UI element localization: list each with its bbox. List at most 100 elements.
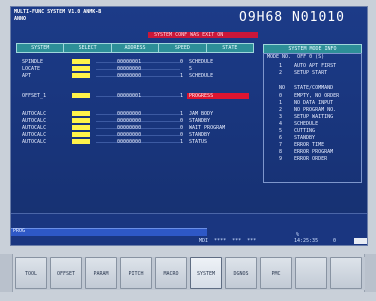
state-code: 4 (279, 121, 283, 127)
table-row-selected[interactable]: OFFSET_1 00000001 1 PROGRESS (16, 93, 252, 99)
select-highlight (72, 125, 90, 130)
row-name: LOCATE (22, 66, 41, 72)
row-state: STANDBY (189, 118, 211, 124)
table-row[interactable]: AUTOCALC 00000000 1 JAM BODY (16, 111, 252, 117)
softkey-4[interactable]: PITCH (120, 257, 152, 289)
row-value: 00000000 (117, 111, 142, 117)
row-state: STATUS (189, 139, 208, 145)
select-highlight (72, 111, 90, 116)
state-code: 8 (279, 149, 283, 155)
mode-item-label[interactable]: AUTO APT FIRST (294, 63, 336, 69)
table-row[interactable]: AUTOCALC 00000000 0 WAIT PROGRAM (16, 125, 252, 131)
table-row[interactable]: AUTOCALC 00000000 0 STANDBY (16, 118, 252, 124)
row-value: 00000000 (117, 132, 142, 138)
progress-bar (11, 228, 207, 236)
state-label: STANDBY (294, 135, 316, 141)
softkey-5[interactable]: MACRO (155, 257, 187, 289)
column-select[interactable]: SELECT (64, 44, 112, 52)
state-label: CUTTING (294, 128, 316, 134)
state-code: 7 (279, 142, 283, 148)
right-panel-subtitle: MODE NO. OFF 0 (S) (267, 54, 325, 60)
softkey-1[interactable]: TOOL (15, 257, 47, 289)
table-row[interactable]: LOCATE 00000000 5 (16, 66, 252, 72)
mode-item-label[interactable]: SETUP START (294, 70, 327, 76)
row-number: 0 (180, 132, 184, 138)
row-value: 00000001 (117, 59, 142, 65)
state-label: ERROR ORDER (294, 156, 328, 162)
status-indicator (354, 238, 367, 244)
header-line-2: ANNO (14, 16, 27, 22)
status-clock: 14:25:35 (294, 238, 319, 244)
row-name: AUTOCALC (22, 139, 47, 145)
select-highlight (72, 132, 90, 137)
row-state: STANDBY (189, 132, 211, 138)
table-row[interactable]: AUTOCALC 00000000 0 STANDBY (16, 132, 252, 138)
softkey-8[interactable]: PMC (260, 257, 292, 289)
softkey-10[interactable] (330, 257, 362, 289)
state-label: SCHEDULE (294, 121, 319, 127)
softkey-bar: TOOL OFFSET PARAM PITCH MACRO SYSTEM DGN… (15, 257, 365, 290)
row-state: WAIT PROGRAM (189, 125, 226, 131)
row-number: 0 (180, 118, 184, 124)
row-number: 1 (180, 139, 184, 145)
row-name: AUTOCALC (22, 132, 47, 138)
row-name: AUTOCALC (22, 118, 47, 124)
state-label: SETUP WAITING (294, 114, 334, 120)
column-speed[interactable]: SPEED (159, 44, 207, 52)
mode-item-num: 1 (279, 63, 283, 69)
row-value: 00000000 (117, 66, 142, 72)
row-value: 00000000 (117, 118, 142, 124)
program-number: O9H68 N01010 (239, 10, 345, 25)
column-state[interactable]: STATE (207, 44, 253, 52)
state-label: ERROR PROGRAM (294, 149, 334, 155)
softkey-7[interactable]: DGNOS (225, 257, 257, 289)
select-highlight (72, 93, 90, 98)
state-code: 3 (279, 114, 283, 120)
status-right: 0 (333, 238, 337, 244)
alarm-banner[interactable]: SYSTEM CONF WAS EXIT ON (148, 32, 258, 38)
row-name: APT (22, 73, 32, 79)
column-system[interactable]: SYSTEM (17, 44, 65, 52)
softkey-next-button[interactable] (364, 254, 376, 292)
row-number: 1 (180, 111, 184, 117)
state-code: 1 (279, 100, 283, 106)
softkey-2[interactable]: OFFSET (50, 257, 82, 289)
progress-label: PROG (13, 228, 26, 234)
row-state: JAM BODY (189, 111, 214, 117)
softkey-3[interactable]: PARAM (85, 257, 117, 289)
state-label: ERROR TIME (294, 142, 325, 148)
state-list-header-num: NO (279, 85, 286, 91)
row-state: SCHEDULE (189, 73, 214, 79)
row-state: SCHEDULE (189, 59, 214, 65)
softkey-9[interactable] (295, 257, 327, 289)
column-address[interactable]: ADDRESS (112, 44, 160, 52)
table-row[interactable]: AUTOCALC 00000000 1 STATUS (16, 139, 252, 145)
row-state: 5 (189, 66, 193, 72)
select-highlight (72, 66, 90, 71)
state-label: NO DATA INPUT (294, 100, 334, 106)
row-name: AUTOCALC (22, 111, 47, 117)
state-code: 2 (279, 107, 283, 113)
status-mode: MDI **** *** *** (199, 238, 257, 244)
state-list-header-label: STATE/COMMAND (294, 85, 334, 91)
select-highlight (72, 139, 90, 144)
row-name: AUTOCALC (22, 125, 47, 131)
row-value: 00000000 (117, 73, 142, 79)
select-highlight (72, 73, 90, 78)
row-name: SPINDLE (22, 59, 44, 65)
state-label: NO PROGRAM NO. (294, 107, 337, 113)
softkey-return-button[interactable] (0, 254, 13, 292)
row-number: 0 (180, 125, 184, 131)
row-value: 00000000 (117, 139, 142, 145)
select-highlight (72, 59, 90, 64)
row-value: 00000001 (117, 93, 142, 99)
mode-item-num: 2 (279, 70, 283, 76)
state-code: 9 (279, 156, 283, 162)
table-row[interactable]: SPINDLE 00000001 0 SCHEDULE (16, 59, 252, 65)
table-row[interactable]: APT 00000000 1 SCHEDULE (16, 73, 252, 79)
state-code: 0 (279, 93, 283, 99)
state-code: 6 (279, 135, 283, 141)
softkey-6-active[interactable]: SYSTEM (190, 257, 222, 289)
row-state-alert: PROGRESS (187, 93, 249, 99)
state-code: 5 (279, 128, 283, 134)
